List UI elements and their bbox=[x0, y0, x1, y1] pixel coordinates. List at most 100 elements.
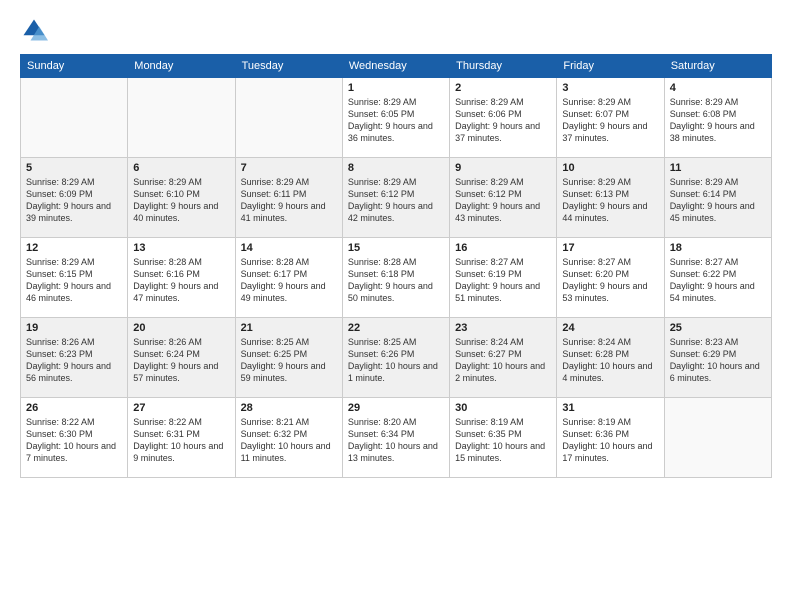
calendar-cell: 1 Sunrise: 8:29 AM Sunset: 6:05 PM Daylig… bbox=[342, 78, 449, 158]
day-number: 9 bbox=[455, 162, 551, 174]
calendar-cell: 23 Sunrise: 8:24 AM Sunset: 6:27 PM Dayli… bbox=[450, 318, 557, 398]
day-info: Sunrise: 8:29 AM Sunset: 6:14 PM Dayligh… bbox=[670, 176, 766, 225]
calendar-week-row: 1 Sunrise: 8:29 AM Sunset: 6:05 PM Daylig… bbox=[21, 78, 772, 158]
calendar-cell: 27Sunrise: 8:22 AM Sunset: 6:31 PM Dayli… bbox=[128, 398, 235, 478]
calendar-cell: 31 Sunrise: 8:19 AM Sunset: 6:36 PM Dayli… bbox=[557, 398, 664, 478]
day-info: Sunrise: 8:29 AM Sunset: 6:11 PM Dayligh… bbox=[241, 176, 337, 225]
calendar-week-row: 5 Sunrise: 8:29 AM Sunset: 6:09 PM Daylig… bbox=[21, 158, 772, 238]
day-info: Sunrise: 8:29 AM Sunset: 6:12 PM Dayligh… bbox=[348, 176, 444, 225]
day-number: 19 bbox=[26, 322, 122, 334]
day-info: Sunrise: 8:25 AM Sunset: 6:26 PM Dayligh… bbox=[348, 336, 444, 385]
day-number: 1 bbox=[348, 82, 444, 94]
calendar-cell bbox=[21, 78, 128, 158]
logo-icon bbox=[20, 16, 48, 44]
day-number: 5 bbox=[26, 162, 122, 174]
calendar-cell bbox=[128, 78, 235, 158]
day-number: 26 bbox=[26, 402, 122, 414]
day-number: 13 bbox=[133, 242, 229, 254]
calendar-cell: 8 Sunrise: 8:29 AM Sunset: 6:12 PM Daylig… bbox=[342, 158, 449, 238]
day-info: Sunrise: 8:29 AM Sunset: 6:06 PM Dayligh… bbox=[455, 96, 551, 145]
calendar-week-row: 12Sunrise: 8:29 AM Sunset: 6:15 PM Dayli… bbox=[21, 238, 772, 318]
day-info: Sunrise: 8:19 AM Sunset: 6:36 PM Dayligh… bbox=[562, 416, 658, 465]
day-number: 21 bbox=[241, 322, 337, 334]
day-number: 12 bbox=[26, 242, 122, 254]
calendar-cell: 2 Sunrise: 8:29 AM Sunset: 6:06 PM Daylig… bbox=[450, 78, 557, 158]
day-info: Sunrise: 8:29 AM Sunset: 6:12 PM Dayligh… bbox=[455, 176, 551, 225]
day-number: 28 bbox=[241, 402, 337, 414]
weekday-header: Thursday bbox=[450, 55, 557, 78]
calendar-cell: 29Sunrise: 8:20 AM Sunset: 6:34 PM Dayli… bbox=[342, 398, 449, 478]
day-number: 3 bbox=[562, 82, 658, 94]
calendar: SundayMondayTuesdayWednesdayThursdayFrid… bbox=[20, 54, 772, 478]
calendar-cell: 22Sunrise: 8:25 AM Sunset: 6:26 PM Dayli… bbox=[342, 318, 449, 398]
day-info: Sunrise: 8:23 AM Sunset: 6:29 PM Dayligh… bbox=[670, 336, 766, 385]
day-info: Sunrise: 8:27 AM Sunset: 6:20 PM Dayligh… bbox=[562, 256, 658, 305]
day-number: 25 bbox=[670, 322, 766, 334]
calendar-cell: 16Sunrise: 8:27 AM Sunset: 6:19 PM Dayli… bbox=[450, 238, 557, 318]
day-info: Sunrise: 8:29 AM Sunset: 6:07 PM Dayligh… bbox=[562, 96, 658, 145]
calendar-cell: 6 Sunrise: 8:29 AM Sunset: 6:10 PM Daylig… bbox=[128, 158, 235, 238]
calendar-cell: 20Sunrise: 8:26 AM Sunset: 6:24 PM Dayli… bbox=[128, 318, 235, 398]
weekday-header-row: SundayMondayTuesdayWednesdayThursdayFrid… bbox=[21, 55, 772, 78]
day-info: Sunrise: 8:24 AM Sunset: 6:27 PM Dayligh… bbox=[455, 336, 551, 385]
day-info: Sunrise: 8:29 AM Sunset: 6:13 PM Dayligh… bbox=[562, 176, 658, 225]
calendar-week-row: 26 Sunrise: 8:22 AM Sunset: 6:30 PM Dayli… bbox=[21, 398, 772, 478]
day-number: 10 bbox=[562, 162, 658, 174]
day-number: 30 bbox=[455, 402, 551, 414]
day-number: 27 bbox=[133, 402, 229, 414]
day-info: Sunrise: 8:28 AM Sunset: 6:17 PM Dayligh… bbox=[241, 256, 337, 305]
day-info: Sunrise: 8:22 AM Sunset: 6:30 PM Dayligh… bbox=[26, 416, 122, 465]
day-info: Sunrise: 8:28 AM Sunset: 6:18 PM Dayligh… bbox=[348, 256, 444, 305]
calendar-cell: 14 Sunrise: 8:28 AM Sunset: 6:17 PM Dayli… bbox=[235, 238, 342, 318]
header bbox=[20, 16, 772, 44]
day-info: Sunrise: 8:25 AM Sunset: 6:25 PM Dayligh… bbox=[241, 336, 337, 385]
calendar-cell: 5 Sunrise: 8:29 AM Sunset: 6:09 PM Daylig… bbox=[21, 158, 128, 238]
day-info: Sunrise: 8:27 AM Sunset: 6:22 PM Dayligh… bbox=[670, 256, 766, 305]
calendar-cell: 17 Sunrise: 8:27 AM Sunset: 6:20 PM Dayli… bbox=[557, 238, 664, 318]
day-number: 4 bbox=[670, 82, 766, 94]
calendar-cell: 19 Sunrise: 8:26 AM Sunset: 6:23 PM Dayli… bbox=[21, 318, 128, 398]
calendar-cell: 11 Sunrise: 8:29 AM Sunset: 6:14 PM Dayli… bbox=[664, 158, 771, 238]
calendar-cell bbox=[664, 398, 771, 478]
calendar-cell: 24 Sunrise: 8:24 AM Sunset: 6:28 PM Dayli… bbox=[557, 318, 664, 398]
calendar-cell: 3 Sunrise: 8:29 AM Sunset: 6:07 PM Daylig… bbox=[557, 78, 664, 158]
day-info: Sunrise: 8:29 AM Sunset: 6:10 PM Dayligh… bbox=[133, 176, 229, 225]
calendar-cell: 15 Sunrise: 8:28 AM Sunset: 6:18 PM Dayli… bbox=[342, 238, 449, 318]
day-info: Sunrise: 8:26 AM Sunset: 6:24 PM Dayligh… bbox=[133, 336, 229, 385]
day-info: Sunrise: 8:21 AM Sunset: 6:32 PM Dayligh… bbox=[241, 416, 337, 465]
day-number: 16 bbox=[455, 242, 551, 254]
day-number: 31 bbox=[562, 402, 658, 414]
day-number: 18 bbox=[670, 242, 766, 254]
day-number: 6 bbox=[133, 162, 229, 174]
weekday-header: Monday bbox=[128, 55, 235, 78]
page: SundayMondayTuesdayWednesdayThursdayFrid… bbox=[0, 0, 792, 612]
calendar-cell: 7Sunrise: 8:29 AM Sunset: 6:11 PM Daylig… bbox=[235, 158, 342, 238]
weekday-header: Saturday bbox=[664, 55, 771, 78]
calendar-cell: 28 Sunrise: 8:21 AM Sunset: 6:32 PM Dayli… bbox=[235, 398, 342, 478]
day-number: 17 bbox=[562, 242, 658, 254]
day-info: Sunrise: 8:24 AM Sunset: 6:28 PM Dayligh… bbox=[562, 336, 658, 385]
day-number: 24 bbox=[562, 322, 658, 334]
day-info: Sunrise: 8:26 AM Sunset: 6:23 PM Dayligh… bbox=[26, 336, 122, 385]
calendar-cell: 25 Sunrise: 8:23 AM Sunset: 6:29 PM Dayli… bbox=[664, 318, 771, 398]
calendar-cell: 4 Sunrise: 8:29 AM Sunset: 6:08 PM Daylig… bbox=[664, 78, 771, 158]
day-number: 23 bbox=[455, 322, 551, 334]
day-number: 14 bbox=[241, 242, 337, 254]
weekday-header: Wednesday bbox=[342, 55, 449, 78]
day-number: 11 bbox=[670, 162, 766, 174]
calendar-cell: 26 Sunrise: 8:22 AM Sunset: 6:30 PM Dayli… bbox=[21, 398, 128, 478]
day-number: 15 bbox=[348, 242, 444, 254]
calendar-cell: 21 Sunrise: 8:25 AM Sunset: 6:25 PM Dayli… bbox=[235, 318, 342, 398]
calendar-week-row: 19 Sunrise: 8:26 AM Sunset: 6:23 PM Dayli… bbox=[21, 318, 772, 398]
weekday-header: Sunday bbox=[21, 55, 128, 78]
calendar-cell bbox=[235, 78, 342, 158]
day-info: Sunrise: 8:20 AM Sunset: 6:34 PM Dayligh… bbox=[348, 416, 444, 465]
day-info: Sunrise: 8:29 AM Sunset: 6:09 PM Dayligh… bbox=[26, 176, 122, 225]
day-info: Sunrise: 8:29 AM Sunset: 6:08 PM Dayligh… bbox=[670, 96, 766, 145]
day-info: Sunrise: 8:29 AM Sunset: 6:05 PM Dayligh… bbox=[348, 96, 444, 145]
day-info: Sunrise: 8:19 AM Sunset: 6:35 PM Dayligh… bbox=[455, 416, 551, 465]
calendar-cell: 10 Sunrise: 8:29 AM Sunset: 6:13 PM Dayli… bbox=[557, 158, 664, 238]
calendar-cell: 13Sunrise: 8:28 AM Sunset: 6:16 PM Dayli… bbox=[128, 238, 235, 318]
day-number: 8 bbox=[348, 162, 444, 174]
day-number: 2 bbox=[455, 82, 551, 94]
